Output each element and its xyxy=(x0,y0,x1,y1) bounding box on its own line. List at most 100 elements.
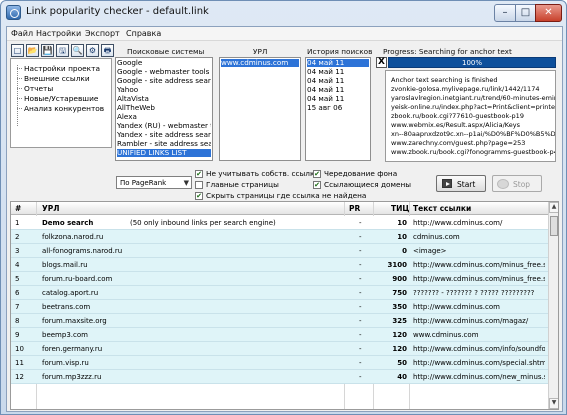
list-item[interactable]: www.cdminus.com xyxy=(221,59,299,67)
nav-label: Анализ конкурентов xyxy=(24,104,105,113)
history-label: История поисков xyxy=(307,47,373,56)
anchor-text-cell: ??????? - ??????? ? ????? ????????? xyxy=(413,289,535,297)
stop-icon xyxy=(497,179,509,189)
save-icon[interactable]: 💾 xyxy=(41,44,54,57)
url-list[interactable]: www.cdminus.com xyxy=(219,57,301,161)
column-header[interactable]: # xyxy=(15,204,21,213)
start-button[interactable]: Start xyxy=(436,175,486,192)
search-engines-label: Поисковые системы xyxy=(127,47,205,56)
anchor-text-cell: http://www.cdminus.com/minus_free.shtm xyxy=(413,275,545,283)
anchor-text-cell: http://www.cdminus.com/ xyxy=(413,219,503,227)
menu-file[interactable]: Файл xyxy=(11,29,33,38)
list-item[interactable]: Alexa xyxy=(117,113,211,121)
anchor-text-cell: cdminus.com xyxy=(413,233,460,241)
cancel-search-button[interactable]: X xyxy=(376,57,387,68)
table-row[interactable]: 10 foren.germany.ru - 120 http://www.cdminus… xyxy=(11,342,548,356)
url-label: УРЛ xyxy=(253,47,268,56)
list-item[interactable]: Yandex - site address search xyxy=(117,131,211,139)
row-number-cell: 3 xyxy=(15,247,20,255)
maximize-button[interactable]: □ xyxy=(515,4,536,22)
progress-status-text: Progress: Searching for anchor text xyxy=(383,47,512,56)
scroll-down-icon[interactable]: ▼ xyxy=(549,398,558,409)
table-row[interactable]: 7 beetrans.com - 350 http://www.cdminus.com xyxy=(11,300,548,314)
pr-cell: - xyxy=(359,345,362,353)
url-cell: forum.maxsite.org xyxy=(42,317,107,325)
nav-new-outdated[interactable]: Новые/Устаревшие xyxy=(17,94,98,103)
tree-connector-icon xyxy=(17,68,22,69)
checkbox-label: Чередование фона xyxy=(324,169,398,178)
column-header[interactable]: ТИЦ xyxy=(391,204,409,213)
search-history-list[interactable]: 04 май 11 04 май 11 04 май 11 04 май 11 … xyxy=(305,57,371,161)
nav-reports[interactable]: Отчеты xyxy=(17,84,53,93)
table-row[interactable]: 4 blogs.mail.ru - 3100 http://www.cdminus.co… xyxy=(11,258,548,272)
menu-export[interactable]: Экспорт xyxy=(85,29,120,38)
new-icon[interactable]: □ xyxy=(11,44,24,57)
anchor-text-cell: http://www.cdminus.com/special.shtml xyxy=(413,359,545,367)
tic-cell: 3100 xyxy=(387,261,407,269)
search-engines-list[interactable]: Google Google - webmaster tools Google -… xyxy=(115,57,213,161)
nav-competitor-analysis[interactable]: Анализ конкурентов xyxy=(17,104,104,113)
scrollbar-thumb[interactable] xyxy=(550,216,558,236)
settings-icon[interactable]: ⚙ xyxy=(86,44,99,57)
stop-button[interactable]: Stop xyxy=(492,175,542,192)
vertical-scrollbar[interactable]: ▲ ▼ xyxy=(548,202,558,409)
table-row[interactable]: 1 Demo search -10 http://www.cdminus.com/(5… xyxy=(11,216,548,230)
table-row[interactable]: 2 folkzona.narod.ru - 10 cdminus.com xyxy=(11,230,548,244)
list-item[interactable]: Google - site address search xyxy=(117,77,211,85)
pr-cell: - xyxy=(359,233,362,241)
pr-cell: - xyxy=(359,219,362,227)
log-line: yaroslavlregion.inetgiant.ru/trend/60-mi… xyxy=(391,94,555,102)
list-item[interactable]: UNIFIED LINKS LIST xyxy=(117,149,211,157)
list-item[interactable]: Google - webmaster tools xyxy=(117,68,211,76)
log-line: www.webmix.es/Result.aspx/Alicia/Keys xyxy=(391,121,520,129)
search-icon[interactable]: 🔍 xyxy=(71,44,84,57)
list-item[interactable]: 15 авг 06 xyxy=(307,104,369,112)
list-item[interactable]: 04 май 11 xyxy=(307,86,369,94)
table-row[interactable]: 8 forum.maxsite.org - 325 http://www.cdminus… xyxy=(11,314,548,328)
tic-cell: 325 xyxy=(392,317,407,325)
results-table[interactable]: # УРЛ PR ТИЦ Текст ссылки 1 Demo search -1… xyxy=(10,201,559,410)
table-row[interactable]: 3 all-fonograms.narod.ru - 0 <image> xyxy=(11,244,548,258)
table-row[interactable]: 12 forum.mp3zzz.ru - 40 http://www.cdminus.c… xyxy=(11,370,548,384)
app-icon xyxy=(6,5,21,20)
checkbox-label: Главные страницы xyxy=(206,180,279,189)
list-item[interactable]: 04 май 11 xyxy=(307,68,369,76)
open-icon[interactable]: 📂 xyxy=(26,44,39,57)
list-item[interactable]: 04 май 11 xyxy=(307,77,369,85)
menu-settings[interactable]: Настройки xyxy=(36,29,81,38)
column-header[interactable]: Текст ссылки xyxy=(413,204,471,213)
sort-order-select[interactable]: По PageRank ▼ xyxy=(116,176,192,189)
tree-connector-icon xyxy=(17,108,22,109)
list-item[interactable]: 04 май 11 xyxy=(307,95,369,103)
log-line: www.zarechny.com/guest.php?page=253 xyxy=(391,139,526,147)
list-item[interactable]: Rambler - site address search xyxy=(117,140,211,148)
table-row[interactable]: 6 catalog.aport.ru - 750 ??????? - ??????? ?… xyxy=(11,286,548,300)
minimize-button[interactable]: – xyxy=(494,4,516,22)
scroll-up-icon[interactable]: ▲ xyxy=(549,202,558,213)
list-item[interactable]: Yahoo xyxy=(117,86,211,94)
print-icon[interactable]: 🖶 xyxy=(101,44,114,57)
table-row[interactable]: 9 beemp3.com - 120 www.cdminus.com xyxy=(11,328,548,342)
list-item[interactable]: AltaVista xyxy=(117,95,211,103)
menu-help[interactable]: Справка xyxy=(126,29,161,38)
save-as-icon[interactable]: 🖫 xyxy=(56,44,69,57)
nav-project-settings[interactable]: Настройки проекта xyxy=(17,64,100,73)
tree-connector-icon xyxy=(17,98,22,99)
close-button[interactable]: ✕ xyxy=(535,4,562,22)
table-row[interactable]: 11 forum.visp.ru - 50 http://www.cdminus.com… xyxy=(11,356,548,370)
url-cell: beemp3.com xyxy=(42,331,88,339)
tree-connector-icon xyxy=(17,88,22,89)
list-item[interactable]: AllTheWeb xyxy=(117,104,211,112)
nav-external-links[interactable]: Внешние ссылки xyxy=(17,74,90,83)
column-header[interactable]: PR xyxy=(349,204,360,213)
tic-cell: 10 xyxy=(397,233,407,241)
row-number-cell: 7 xyxy=(15,303,20,311)
checkbox-checked-icon: ✔ xyxy=(313,170,321,178)
column-header[interactable]: УРЛ xyxy=(42,204,60,213)
list-item[interactable]: 04 май 11 xyxy=(307,59,369,67)
tic-cell: 350 xyxy=(392,303,407,311)
list-item[interactable]: Google xyxy=(117,59,211,67)
table-row[interactable]: 5 forum.ru-board.com - 900 http://www.cdminu… xyxy=(11,272,548,286)
list-item[interactable]: Yandex (RU) - webmaster tools xyxy=(117,122,211,130)
checkbox-label: Не учитывать собств. ссылки xyxy=(206,169,320,178)
